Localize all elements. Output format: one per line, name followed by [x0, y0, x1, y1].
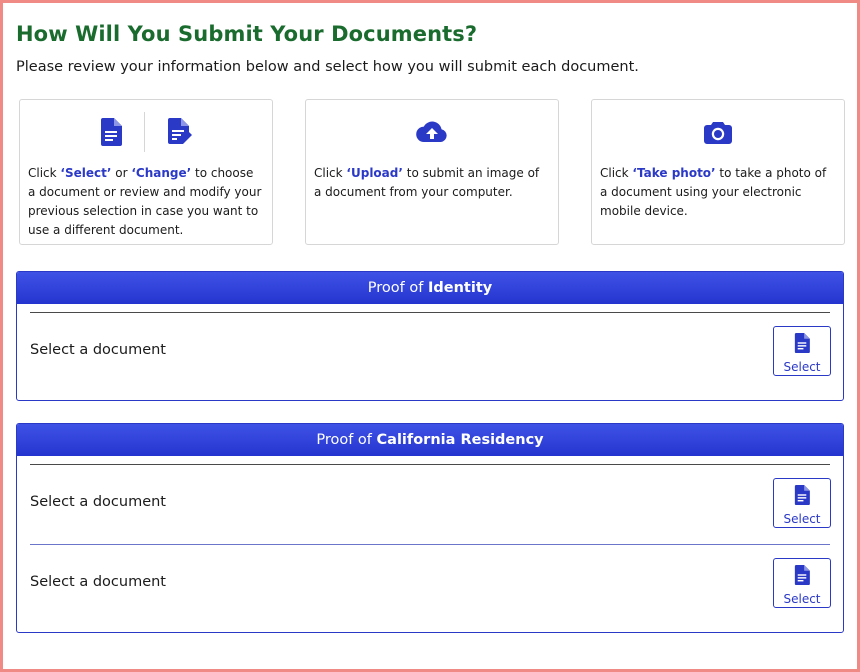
- photo-instructions-card: Click ‘Take photo’ to take a photo of a …: [591, 99, 845, 245]
- camera-icon: [704, 120, 732, 144]
- row-divider: [30, 544, 830, 545]
- upload-instructions-card: Click ‘Upload’ to submit an image of a d…: [305, 99, 559, 245]
- select-instructions-card: Click ‘Select’ or ‘Change’ to choose a d…: [19, 99, 273, 245]
- select-button-label: Select: [783, 512, 821, 526]
- document-row: Select a document Select: [17, 536, 843, 632]
- select-document-button[interactable]: Select: [773, 558, 831, 608]
- document-icon: [794, 565, 810, 589]
- document-edit-icon: [167, 118, 193, 146]
- document-row-label: Select a document: [30, 494, 166, 510]
- photo-instructions-text: Click ‘Take photo’ to take a photo of a …: [600, 166, 827, 218]
- proof-of-residency-section: Proof of California Residency Select a d…: [16, 423, 844, 633]
- select-button-label: Select: [783, 360, 821, 374]
- row-divider: [30, 464, 830, 465]
- page-subtitle: Please review your information below and…: [16, 59, 639, 75]
- take-photo-keyword: ‘Take photo’: [632, 166, 716, 180]
- proof-of-residency-header: Proof of California Residency: [17, 424, 843, 456]
- cloud-upload-icon: [416, 121, 448, 143]
- document-row-label: Select a document: [30, 574, 166, 590]
- select-document-button[interactable]: Select: [773, 326, 831, 376]
- select-keyword: ‘Select’: [60, 166, 112, 180]
- upload-keyword: ‘Upload’: [346, 166, 403, 180]
- document-icon: [794, 333, 810, 357]
- change-keyword: ‘Change’: [131, 166, 192, 180]
- document-icon: [794, 485, 810, 509]
- select-document-button[interactable]: Select: [773, 478, 831, 528]
- select-button-label: Select: [783, 592, 821, 606]
- document-row-label: Select a document: [30, 342, 166, 358]
- document-row: Select a document Select: [17, 304, 843, 400]
- icon-divider: [143, 112, 145, 152]
- upload-instructions-text: Click ‘Upload’ to submit an image of a d…: [314, 166, 540, 199]
- page-title: How Will You Submit Your Documents?: [16, 22, 478, 46]
- proof-of-identity-header: Proof of Identity: [17, 272, 843, 304]
- row-divider: [30, 312, 830, 313]
- proof-of-identity-section: Proof of Identity Select a document Sele…: [16, 271, 844, 401]
- document-icon: [100, 118, 122, 146]
- select-instructions-text: Click ‘Select’ or ‘Change’ to choose a d…: [28, 166, 262, 237]
- document-row: Select a document Select: [17, 456, 843, 536]
